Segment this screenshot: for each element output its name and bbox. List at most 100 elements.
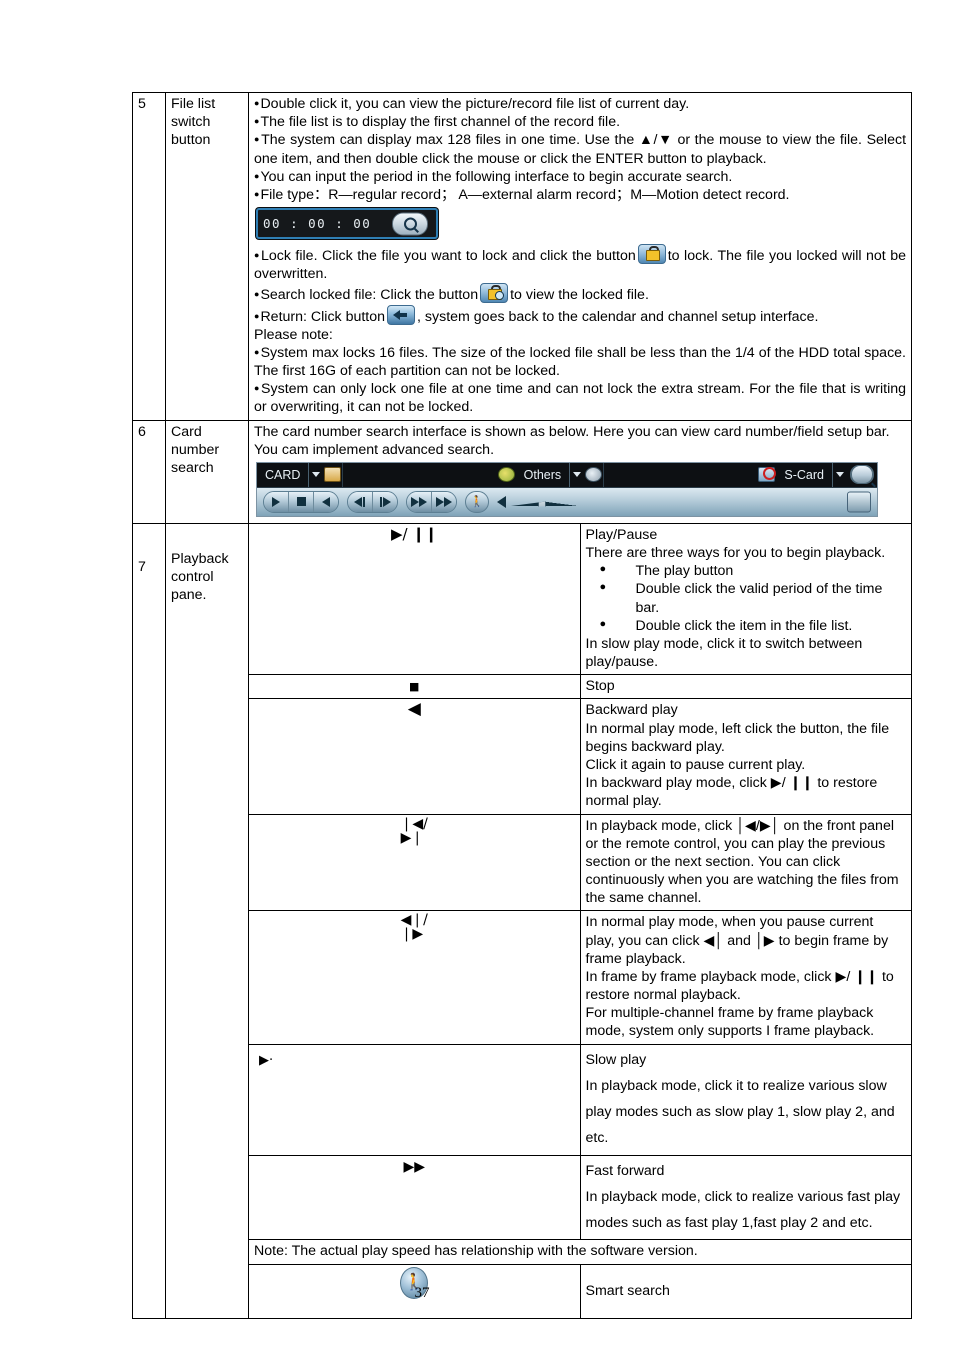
search-locked-text: Search locked file: Click the button to v… <box>254 283 906 304</box>
prev-frame-button[interactable] <box>348 491 373 512</box>
page-number: 37 <box>414 1285 430 1301</box>
row-description: The card number search interface is show… <box>248 419 912 524</box>
desc-line: In playback mode, click to realize vario… <box>585 1188 901 1232</box>
play-button[interactable] <box>264 491 289 512</box>
list-item: The play button <box>600 562 907 580</box>
lock-file-text: Lock file. Click the file you want to lo… <box>254 244 906 283</box>
volume-slider[interactable] <box>508 497 578 507</box>
desc-line: In backward play mode, click ▶/ ❙❙ to re… <box>585 775 878 810</box>
bullet-text: The system can display max 128 files in … <box>254 131 906 167</box>
lock-icon[interactable] <box>637 244 666 265</box>
lock-file-text-head: Lock file. Click the file you want to lo… <box>260 248 636 265</box>
desc-line: In playback mode, click it to realize va… <box>585 1077 895 1147</box>
row-feature-name: Playback control pane. <box>165 522 249 1319</box>
bullet-text: File type：R—regular record； A—external a… <box>254 186 906 204</box>
money-icon <box>497 463 516 487</box>
table-row: Note: The actual play speed has relation… <box>133 1239 912 1265</box>
scard-field-label: S-Card <box>784 467 824 482</box>
bullet-text: Double click it, you can view the pictur… <box>254 95 906 113</box>
chevron-down-icon[interactable] <box>308 462 323 487</box>
next-frame-glyph: ❘▶ <box>400 926 424 943</box>
table-row: ■ Stop <box>133 674 912 700</box>
transport-group-2 <box>347 490 398 513</box>
play-pause-glyph: ▶/ ❙❙ <box>391 524 438 543</box>
stop-icon: ■ <box>248 674 581 700</box>
table-row: 5 File list switch button Double click i… <box>132 92 912 421</box>
play-pause-icon: ▶/ ❙❙ <box>248 522 581 676</box>
coin-icon <box>584 463 603 487</box>
magnifier-icon[interactable] <box>392 212 428 236</box>
card-search-intro: The card number search interface is show… <box>254 423 890 458</box>
backward-play-button[interactable] <box>314 491 338 512</box>
row-number: 7 <box>132 522 166 1319</box>
playback-toolbar <box>257 487 877 516</box>
backward-glyph: ◀ <box>407 699 421 720</box>
stop-glyph: ■ <box>409 680 420 694</box>
backward-play-icon: ◀ <box>248 698 581 815</box>
row-description: Double click it, you can view the pictur… <box>248 92 912 421</box>
table-row: ▶· Slow play In playback mode, click it … <box>133 1043 912 1156</box>
chevron-down-icon[interactable] <box>569 462 584 487</box>
row-number: 5 <box>132 92 166 421</box>
slow-play-glyph: ▶· <box>259 1052 274 1068</box>
table-row: ◀ Backward play In normal play mode, lef… <box>133 698 912 815</box>
chevron-down-icon[interactable] <box>832 462 847 487</box>
bullet-text: System can only lock one file at one tim… <box>254 380 906 416</box>
next-frame-button[interactable] <box>373 491 397 512</box>
stop-button[interactable] <box>289 491 314 512</box>
search-icon[interactable] <box>847 463 877 487</box>
desc-line: In normal play mode, left click the butt… <box>585 720 890 755</box>
smart-search-button[interactable] <box>465 490 489 513</box>
return-icon[interactable] <box>387 304 416 325</box>
backward-play-description: Backward play In normal play mode, left … <box>579 698 912 815</box>
desc-line: In normal play mode, when you pause curr… <box>585 914 889 967</box>
grid-button[interactable] <box>847 491 871 513</box>
desc-line: Fast forward <box>585 1162 665 1179</box>
time-search-widget[interactable]: 00 : 00 : 00 <box>256 208 438 240</box>
speaker-icon <box>497 495 506 508</box>
table-row: 6 Card number search The card number sea… <box>132 419 912 524</box>
list-item: Double click the valid period of the tim… <box>600 580 907 616</box>
card-number-input[interactable] <box>342 462 497 487</box>
frame-by-frame-icon: ◀❘/ ❘▶ <box>248 910 581 1045</box>
playback-note: Note: The actual play speed has relation… <box>248 1239 912 1265</box>
feature-spec-table: 5 File list switch button Double click i… <box>132 92 912 1319</box>
table-row: ❘◀/ ▶❘ In playback mode, click │◀/▶│ on … <box>133 813 912 912</box>
card-field-label: CARD <box>265 467 301 482</box>
list-item: Double click the item in the file list. <box>600 617 907 635</box>
lock-search-icon[interactable] <box>480 283 509 304</box>
desc-line: In slow play mode, click it to switch be… <box>585 635 863 671</box>
fast-forward-glyph: ▶▶ <box>403 1158 426 1175</box>
transport-group-3 <box>406 490 457 513</box>
search-locked-tail: to view the locked file. <box>510 287 649 304</box>
frame-glyph-stack: ◀❘/ ❘▶ <box>401 913 428 941</box>
transport-group-1 <box>263 490 339 513</box>
prev-next-glyph-stack: ❘◀/ ▶❘ <box>401 817 428 845</box>
card-search-screenshot: CARD Others S-Card <box>256 461 878 517</box>
return-tail: , system goes back to the calendar and c… <box>417 308 819 325</box>
volume-knob[interactable] <box>538 497 546 507</box>
fast-forward-description: Fast forward In playback mode, click to … <box>579 1154 912 1241</box>
return-text: Return: Click button , system goes back t… <box>254 304 906 326</box>
bullet-text: You can input the period in the followin… <box>254 168 906 186</box>
prev-frame-glyph: ◀❘/ <box>400 912 428 929</box>
search-locked-head: Search locked file: Click the button <box>260 287 479 304</box>
slow-play-button[interactable] <box>407 491 432 512</box>
desc-line: Click it again to pause current play. <box>585 756 806 773</box>
bullet-text: The file list is to display the first ch… <box>254 113 906 131</box>
desc-line: Slow play <box>585 1051 647 1068</box>
desc-line: Stop <box>585 678 615 695</box>
table-row: ▶▶ Fast forward In playback mode, click … <box>133 1154 912 1241</box>
table-row: ◀❘/ ❘▶ In normal play mode, when you pau… <box>133 910 912 1045</box>
row-feature-name: Card number search <box>165 419 249 524</box>
return-head: Return: Click button <box>260 308 386 325</box>
desc-line: In frame by frame playback mode, click ▶… <box>585 968 894 1004</box>
stop-description: Stop <box>579 674 912 700</box>
fast-forward-button[interactable] <box>432 491 456 512</box>
time-value: 00 : 00 : 00 <box>263 215 372 231</box>
table-row: 7 Playback control pane. ▶/ ❙❙ Play/Paus… <box>132 522 912 1319</box>
card-icon <box>323 463 342 487</box>
others-field-label: Others <box>523 467 562 482</box>
others-input[interactable] <box>603 462 758 487</box>
document-page: 5 File list switch button Double click i… <box>0 0 954 1350</box>
